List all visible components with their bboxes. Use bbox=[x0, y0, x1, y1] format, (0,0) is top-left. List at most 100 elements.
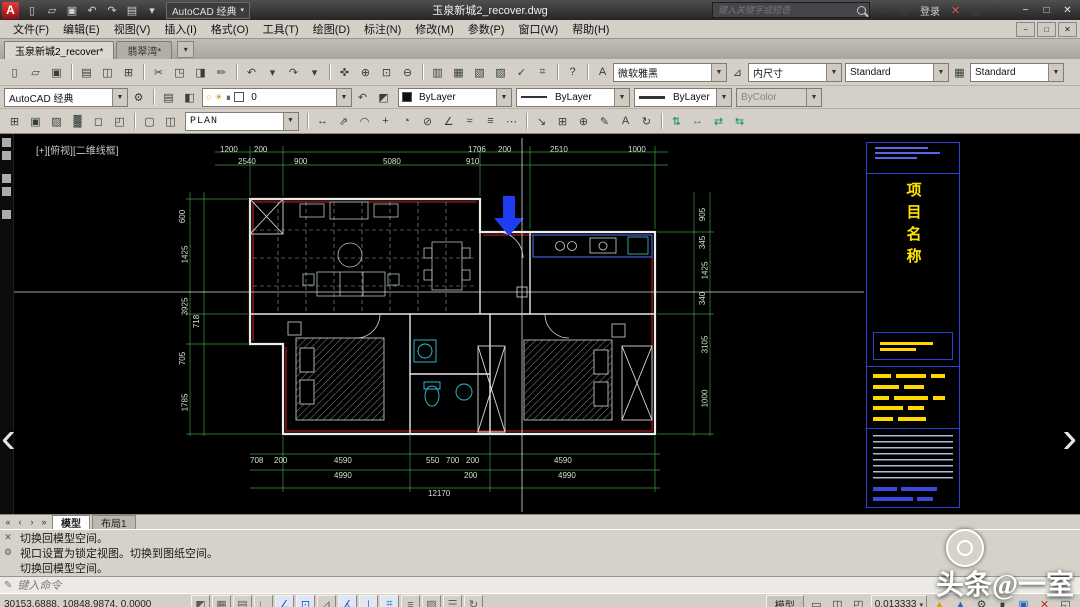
zoom-realtime-icon[interactable]: ⊕ bbox=[356, 63, 375, 82]
tab-overflow-icon[interactable]: ▾ bbox=[177, 41, 194, 58]
toolbar-lock-icon[interactable]: ∎ bbox=[993, 595, 1012, 607]
object-snap-icon[interactable]: ⊡ bbox=[296, 595, 315, 607]
menu-edit[interactable]: 编辑(E) bbox=[56, 20, 107, 38]
search-box[interactable] bbox=[712, 2, 870, 18]
chevron-down-icon[interactable]: ▼ bbox=[496, 89, 511, 106]
menu-format[interactable]: 格式(O) bbox=[204, 20, 256, 38]
tab-nav-prev-icon[interactable]: ‹ bbox=[14, 517, 26, 527]
grid-display-icon[interactable]: ▤ bbox=[233, 595, 252, 607]
pan-icon[interactable]: ✜ bbox=[335, 63, 354, 82]
annotation-autoscale-icon[interactable]: ▲ bbox=[951, 595, 970, 607]
menu-view[interactable]: 视图(V) bbox=[107, 20, 158, 38]
markup-icon[interactable]: ✓ bbox=[512, 63, 531, 82]
tool-palettes-icon[interactable]: ▧ bbox=[470, 63, 489, 82]
clean-screen-icon[interactable]: ◱ bbox=[1056, 595, 1075, 607]
menu-modify[interactable]: 修改(M) bbox=[408, 20, 461, 38]
login-button[interactable]: 登录 bbox=[918, 3, 942, 18]
menu-help[interactable]: 帮助(H) bbox=[565, 20, 616, 38]
layer-properties-manager-icon[interactable]: ▤ bbox=[159, 88, 178, 107]
maximize-button[interactable]: □ bbox=[1036, 2, 1057, 18]
match-properties-icon[interactable]: ✏ bbox=[212, 63, 231, 82]
paste-icon[interactable]: ◨ bbox=[191, 63, 210, 82]
show-lineweight-icon[interactable]: ≡ bbox=[401, 595, 420, 607]
diameter-dimension-icon[interactable]: ⊘ bbox=[418, 112, 437, 131]
viewport-controls[interactable]: [+][俯视][二维线框] bbox=[36, 142, 119, 157]
sheet-set-manager-icon[interactable]: ▨ bbox=[491, 63, 510, 82]
undo-icon[interactable]: ↶ bbox=[242, 63, 261, 82]
redo-dropdown-icon[interactable]: ▾ bbox=[305, 63, 324, 82]
ordinate-dimension-icon[interactable]: + bbox=[376, 112, 395, 131]
nav-next-icon[interactable]: › bbox=[1062, 416, 1077, 460]
help-icon[interactable]: ? bbox=[988, 1, 1007, 20]
user-icon[interactable]: ◉ bbox=[895, 1, 914, 20]
snap-mode-icon[interactable]: ▦ bbox=[212, 595, 231, 607]
left-toolbar-icon[interactable] bbox=[2, 187, 11, 196]
radius-dimension-icon[interactable]: ◔ bbox=[397, 112, 416, 131]
workspace-settings-icon[interactable]: ⚙ bbox=[129, 88, 148, 107]
chevron-down-icon[interactable]: ▼ bbox=[826, 64, 841, 81]
dimension-update-icon[interactable]: ↻ bbox=[637, 112, 656, 131]
layer-combo[interactable]: ○ ☀ ∎ 0 ▼ bbox=[202, 88, 352, 107]
selection-cycling-icon[interactable]: ↻ bbox=[464, 595, 483, 607]
region-icon[interactable]: ◰ bbox=[110, 112, 129, 131]
dynamic-input-icon[interactable]: ⌗ bbox=[380, 595, 399, 607]
apps-icon[interactable]: ▦ bbox=[967, 1, 986, 20]
plot-preview-icon[interactable]: ◫ bbox=[98, 63, 117, 82]
close-button[interactable]: ✕ bbox=[1057, 2, 1078, 18]
copy-icon[interactable]: ◳ bbox=[170, 63, 189, 82]
aligned-dimension-icon[interactable]: ⇗ bbox=[334, 112, 353, 131]
search-icon[interactable] bbox=[857, 6, 866, 15]
dimension-text-edit-icon[interactable]: A bbox=[616, 112, 635, 131]
chevron-down-icon[interactable]: ▼ bbox=[283, 113, 298, 130]
model-tab[interactable]: 模型 bbox=[52, 515, 90, 529]
left-toolbar-icon[interactable] bbox=[2, 138, 11, 147]
help-icon[interactable]: ? bbox=[563, 63, 582, 82]
close-icon[interactable]: ✕ bbox=[0, 530, 16, 545]
left-toolbar-icon[interactable] bbox=[2, 210, 11, 219]
annotation-visibility-icon[interactable]: ▲ bbox=[930, 595, 949, 607]
search-input[interactable] bbox=[716, 4, 857, 16]
qat-plot-icon[interactable]: ▤ bbox=[123, 1, 141, 19]
workspace-switching-icon[interactable]: ⚙ bbox=[972, 595, 991, 607]
angular-dimension-icon[interactable]: ∠ bbox=[439, 112, 458, 131]
text-style-icon[interactable]: A bbox=[593, 63, 612, 82]
status-close-icon[interactable]: ✕ bbox=[1035, 595, 1054, 607]
chevron-down-icon[interactable]: ▼ bbox=[1048, 64, 1063, 81]
gradient-icon[interactable]: ▓ bbox=[68, 112, 87, 131]
layout-icon[interactable]: ▭ bbox=[807, 595, 826, 607]
workspace-combo[interactable]: AutoCAD 经典 ▼ bbox=[4, 88, 128, 107]
quick-dimension-icon[interactable]: ≈ bbox=[460, 112, 479, 131]
annotation-scale-button[interactable]: 0.013333 ▾ bbox=[871, 595, 927, 607]
chevron-down-icon[interactable]: ▼ bbox=[716, 89, 731, 106]
table-style-icon[interactable]: ▦ bbox=[950, 63, 969, 82]
quick-view-drawings-icon[interactable]: ◰ bbox=[849, 595, 868, 607]
linetype-combo[interactable]: ByLayer ▼ bbox=[516, 88, 630, 107]
text-style-combo[interactable]: Standard ▼ bbox=[845, 63, 949, 82]
qat-save-icon[interactable]: ▣ bbox=[63, 1, 81, 19]
dimension-style-icon[interactable]: ⊿ bbox=[728, 63, 747, 82]
quick-view-layouts-icon[interactable]: ◫ bbox=[828, 595, 847, 607]
qnew-icon[interactable]: ▯ bbox=[5, 63, 24, 82]
dynamic-ucs-icon[interactable]: ⊥ bbox=[359, 595, 378, 607]
chevron-down-icon[interactable]: ▼ bbox=[336, 89, 351, 106]
dim-style-combo[interactable]: 内尺寸 ▼ bbox=[748, 63, 842, 82]
insert-block-icon[interactable]: ⊞ bbox=[5, 112, 24, 131]
cut-icon[interactable]: ✂ bbox=[149, 63, 168, 82]
qat-undo-icon[interactable]: ↶ bbox=[83, 1, 101, 19]
plan-view-icon[interactable]: ◫ bbox=[161, 112, 180, 131]
named-views-icon[interactable]: ▢ bbox=[140, 112, 159, 131]
hatch-icon[interactable]: ▨ bbox=[47, 112, 66, 131]
dimension-break-icon[interactable]: ↔ bbox=[688, 112, 707, 131]
save-icon[interactable]: ▣ bbox=[47, 63, 66, 82]
transparency-icon[interactable]: ▨ bbox=[422, 595, 441, 607]
font-style-combo[interactable]: 微软雅黑 ▼ bbox=[613, 63, 727, 82]
menu-file[interactable]: 文件(F) bbox=[6, 20, 56, 38]
zoom-previous-icon[interactable]: ⊖ bbox=[398, 63, 417, 82]
command-history[interactable]: ✕ 切换回模型空间。 ⚙ 视口设置为锁定视图。切换到图纸空间。 切换回模型空间。 bbox=[0, 529, 1080, 576]
layout1-tab[interactable]: 布局1 bbox=[92, 515, 136, 529]
menu-draw[interactable]: 绘图(D) bbox=[306, 20, 357, 38]
lineweight-combo[interactable]: ByLayer ▼ bbox=[634, 88, 732, 107]
layer-isolate-icon[interactable]: ◩ bbox=[374, 88, 393, 107]
doc-restore-button[interactable]: □ bbox=[1037, 22, 1056, 37]
command-prompt[interactable]: 键入命令 bbox=[17, 577, 61, 593]
